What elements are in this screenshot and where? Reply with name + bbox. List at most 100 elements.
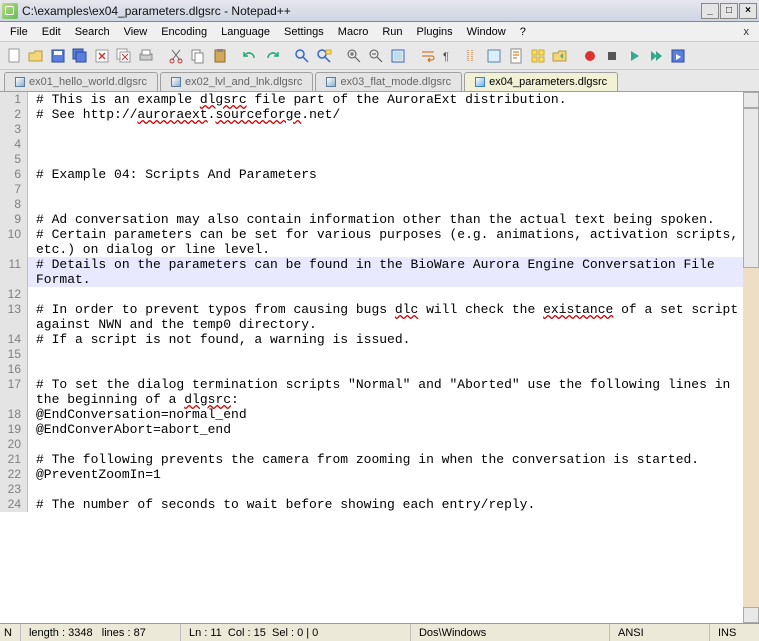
code-line[interactable]: 22@PreventZoomIn=1 — [0, 467, 759, 482]
copy-icon[interactable] — [188, 46, 208, 66]
code-line[interactable]: 10# Certain parameters can be set for va… — [0, 227, 759, 257]
find-icon[interactable] — [292, 46, 312, 66]
line-text[interactable] — [28, 347, 759, 362]
line-text[interactable] — [28, 437, 759, 452]
save-macro-icon[interactable] — [668, 46, 688, 66]
line-text[interactable] — [28, 482, 759, 497]
func-list-icon[interactable] — [528, 46, 548, 66]
scroll-down-button[interactable] — [743, 607, 759, 623]
play-multi-icon[interactable] — [646, 46, 666, 66]
code-line[interactable]: 2# See http://auroraext.sourceforge.net/ — [0, 107, 759, 122]
code-line[interactable]: 20 — [0, 437, 759, 452]
line-text[interactable] — [28, 197, 759, 212]
code-line[interactable]: 18@EndConversation=normal_end — [0, 407, 759, 422]
menu-window[interactable]: Window — [461, 24, 512, 40]
minimize-button[interactable]: _ — [701, 3, 719, 19]
menu-settings[interactable]: Settings — [278, 24, 330, 40]
code-line[interactable]: 5 — [0, 152, 759, 167]
folder-browser-icon[interactable] — [550, 46, 570, 66]
line-text[interactable]: # Ad conversation may also contain infor… — [28, 212, 759, 227]
menu-view[interactable]: View — [118, 24, 154, 40]
redo-icon[interactable] — [262, 46, 282, 66]
play-macro-icon[interactable] — [624, 46, 644, 66]
close-all-icon[interactable] — [114, 46, 134, 66]
zoom-out-icon[interactable] — [366, 46, 386, 66]
line-text[interactable]: # If a script is not found, a warning is… — [28, 332, 759, 347]
menu-file[interactable]: File — [4, 24, 34, 40]
menu-language[interactable]: Language — [215, 24, 276, 40]
code-line[interactable]: 1# This is an example dlgsrc file part o… — [0, 92, 759, 107]
save-icon[interactable] — [48, 46, 68, 66]
line-text[interactable] — [28, 287, 759, 302]
line-text[interactable] — [28, 362, 759, 377]
replace-icon[interactable] — [314, 46, 334, 66]
line-text[interactable] — [28, 137, 759, 152]
menu-run[interactable]: Run — [376, 24, 408, 40]
code-line[interactable]: 16 — [0, 362, 759, 377]
save-all-icon[interactable] — [70, 46, 90, 66]
line-text[interactable] — [28, 182, 759, 197]
line-text[interactable]: # The following prevents the camera from… — [28, 452, 759, 467]
file-tab[interactable]: ex01_hello_world.dlgsrc — [4, 72, 158, 91]
menu-edit[interactable]: Edit — [36, 24, 67, 40]
code-editor[interactable]: 1# This is an example dlgsrc file part o… — [0, 92, 759, 623]
line-text[interactable]: # In order to prevent typos from causing… — [28, 302, 759, 332]
record-macro-icon[interactable] — [580, 46, 600, 66]
code-line[interactable]: 23 — [0, 482, 759, 497]
line-text[interactable]: # To set the dialog termination scripts … — [28, 377, 759, 407]
close-button[interactable]: × — [739, 3, 757, 19]
new-file-icon[interactable] — [4, 46, 24, 66]
menu-close-doc[interactable]: x — [738, 26, 756, 38]
code-line[interactable]: 19@EndConverAbort=abort_end — [0, 422, 759, 437]
indent-guide-icon[interactable] — [462, 46, 482, 66]
cut-icon[interactable] — [166, 46, 186, 66]
code-line[interactable]: 7 — [0, 182, 759, 197]
scroll-thumb[interactable] — [743, 108, 759, 268]
code-line[interactable]: 9# Ad conversation may also contain info… — [0, 212, 759, 227]
vertical-scrollbar[interactable] — [743, 92, 759, 623]
menu-search[interactable]: Search — [69, 24, 116, 40]
line-text[interactable] — [28, 152, 759, 167]
maximize-button[interactable]: □ — [720, 3, 738, 19]
code-line[interactable]: 21# The following prevents the camera fr… — [0, 452, 759, 467]
doc-map-icon[interactable] — [506, 46, 526, 66]
line-text[interactable] — [28, 122, 759, 137]
code-line[interactable]: 24# The number of seconds to wait before… — [0, 497, 759, 512]
code-line[interactable]: 13# In order to prevent typos from causi… — [0, 302, 759, 332]
code-line[interactable]: 12 — [0, 287, 759, 302]
word-wrap-icon[interactable] — [418, 46, 438, 66]
code-line[interactable]: 11# Details on the parameters can be fou… — [0, 257, 759, 287]
line-text[interactable]: # The number of seconds to wait before s… — [28, 497, 759, 512]
line-text[interactable]: @PreventZoomIn=1 — [28, 467, 759, 482]
line-text[interactable]: @EndConverAbort=abort_end — [28, 422, 759, 437]
code-line[interactable]: 8 — [0, 197, 759, 212]
line-text[interactable]: # This is an example dlgsrc file part of… — [28, 92, 759, 107]
code-line[interactable]: 6# Example 04: Scripts And Parameters — [0, 167, 759, 182]
line-text[interactable]: @EndConversation=normal_end — [28, 407, 759, 422]
file-tab[interactable]: ex02_lvl_and_lnk.dlgsrc — [160, 72, 313, 91]
undo-icon[interactable] — [240, 46, 260, 66]
menu-plugins[interactable]: Plugins — [411, 24, 459, 40]
menu-help[interactable]: ? — [514, 24, 532, 40]
line-text[interactable]: # Example 04: Scripts And Parameters — [28, 167, 759, 182]
code-line[interactable]: 3 — [0, 122, 759, 137]
zoom-reset-icon[interactable] — [388, 46, 408, 66]
file-tab[interactable]: ex03_flat_mode.dlgsrc — [315, 72, 462, 91]
line-text[interactable]: # Certain parameters can be set for vari… — [28, 227, 759, 257]
line-text[interactable]: # See http://auroraext.sourceforge.net/ — [28, 107, 759, 122]
show-chars-icon[interactable]: ¶ — [440, 46, 460, 66]
line-text[interactable]: # Details on the parameters can be found… — [28, 257, 759, 287]
menu-encoding[interactable]: Encoding — [155, 24, 213, 40]
code-line[interactable]: 14# If a script is not found, a warning … — [0, 332, 759, 347]
code-line[interactable]: 17# To set the dialog termination script… — [0, 377, 759, 407]
menu-macro[interactable]: Macro — [332, 24, 375, 40]
print-icon[interactable] — [136, 46, 156, 66]
scroll-up-button[interactable] — [743, 92, 759, 108]
user-lang-icon[interactable] — [484, 46, 504, 66]
paste-icon[interactable] — [210, 46, 230, 66]
stop-macro-icon[interactable] — [602, 46, 622, 66]
zoom-in-icon[interactable] — [344, 46, 364, 66]
open-file-icon[interactable] — [26, 46, 46, 66]
close-doc-icon[interactable] — [92, 46, 112, 66]
code-line[interactable]: 4 — [0, 137, 759, 152]
